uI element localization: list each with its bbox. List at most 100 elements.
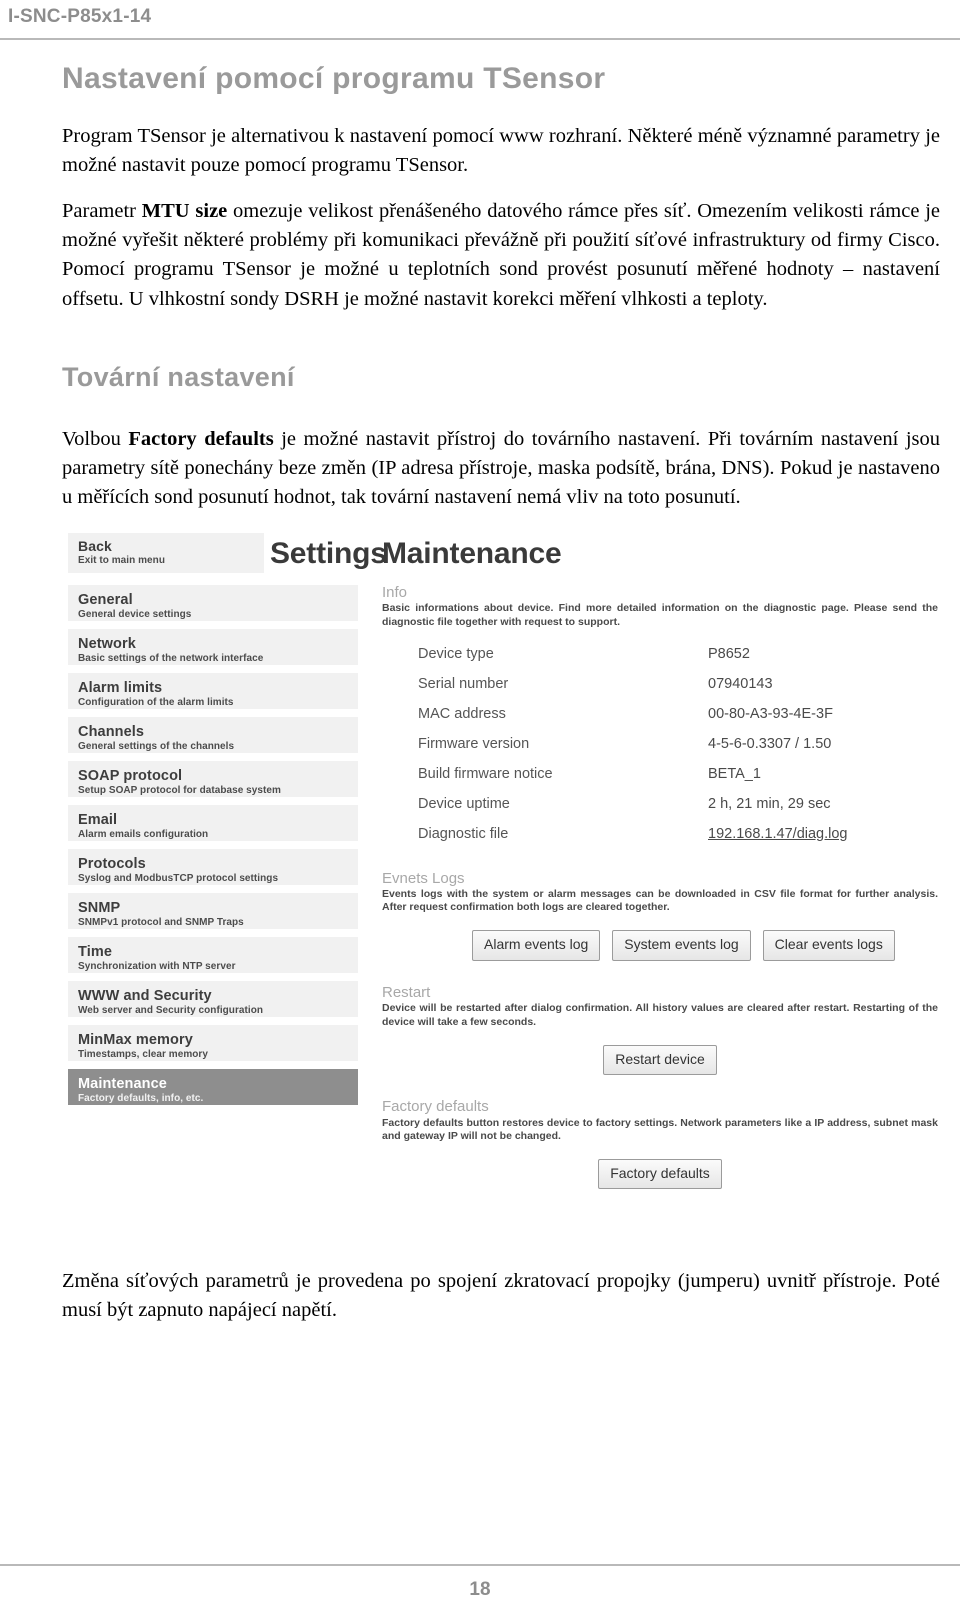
restart-title: Restart — [382, 983, 431, 1001]
document-code-header: I-SNC-P85x1-14 — [8, 6, 152, 27]
info-value: BETA_1 — [708, 765, 761, 782]
nav-subtitle: Timestamps, clear memory — [78, 1049, 208, 1061]
sidebar-item-channels[interactable]: Channels General settings of the channel… — [68, 716, 358, 753]
sidebar-item-snmp[interactable]: SNMP SNMPv1 protocol and SNMP Traps — [68, 892, 358, 929]
system-events-log-button[interactable]: System events log — [612, 930, 751, 961]
nav-title: SNMP — [78, 899, 121, 916]
info-key: MAC address — [418, 705, 506, 722]
nav-title: General — [78, 591, 133, 608]
alarm-events-log-button[interactable]: Alarm events log — [472, 930, 601, 961]
embedded-app-screenshot: Back Exit to main menu General General d… — [62, 528, 940, 1249]
nav-subtitle: Syslog and ModbusTCP protocol settings — [78, 873, 279, 885]
restart-button-row: Restart device — [382, 1044, 938, 1076]
factory-defaults-title: Factory defaults — [382, 1098, 489, 1116]
nav-title: Alarm limits — [78, 679, 163, 696]
factory-text-pre: Volbou — [62, 427, 129, 450]
factory-defaults-button-row: Factory defaults — [382, 1158, 938, 1190]
back-title: Back — [78, 537, 112, 554]
events-logs-group: Evnets Logs Events logs with the system … — [382, 869, 938, 915]
info-value: P8652 — [708, 645, 750, 662]
table-row: Build firmware notice BETA_1 — [418, 759, 940, 789]
table-row: Serial number 07940143 — [418, 669, 940, 699]
nav-subtitle: Alarm emails configuration — [78, 829, 209, 841]
nav-subtitle: Setup SOAP protocol for database system — [78, 785, 281, 797]
nav-subtitle: Basic settings of the network interface — [78, 653, 264, 665]
sidebar-item-maintenance[interactable]: Maintenance Factory defaults, info, etc. — [68, 1068, 358, 1105]
nav-title: Channels — [78, 723, 145, 740]
restart-description: Device will be restarted after dialog co… — [382, 1002, 938, 1028]
sidebar-item-network[interactable]: Network Basic settings of the network in… — [68, 628, 358, 665]
info-key: Build firmware notice — [418, 765, 553, 782]
nav-title: Email — [78, 811, 118, 828]
info-group-description: Basic informations about device. Find mo… — [382, 602, 938, 628]
device-info-table: Device type P8652 Serial number 07940143… — [418, 639, 940, 849]
info-key: Diagnostic file — [418, 825, 509, 842]
settings-heading: Settings — [270, 536, 387, 570]
nav-title: Network — [78, 635, 136, 652]
settings-sidebar: Back Exit to main menu General General d… — [68, 532, 358, 1113]
nav-subtitle: General settings of the channels — [78, 741, 235, 753]
restart-group: Restart Device will be restarted after d… — [382, 983, 938, 1029]
sidebar-item-email[interactable]: Email Alarm emails configuration — [68, 804, 358, 841]
nav-title: Maintenance — [78, 1075, 167, 1092]
paragraph-jumper-note: Změna síťových parametrů je provedena po… — [62, 1269, 940, 1322]
info-group: Info Basic informations about device. Fi… — [382, 583, 938, 629]
nav-subtitle: Synchronization with NTP server — [78, 961, 236, 973]
nav-title: Protocols — [78, 855, 146, 872]
info-value: 07940143 — [708, 675, 773, 692]
header-divider — [0, 38, 960, 40]
nav-title: Time — [78, 943, 112, 960]
paragraph-mtu-size: Parametr MTU size omezuje velikost přená… — [62, 197, 940, 313]
table-row: Diagnostic file 192.168.1.47/diag.log — [418, 819, 940, 849]
restart-device-button[interactable]: Restart device — [603, 1044, 717, 1076]
events-logs-button-row: Alarm events log System events log Clear… — [382, 930, 938, 961]
events-logs-title: Evnets Logs — [382, 869, 465, 887]
info-key: Serial number — [418, 675, 509, 692]
factory-defaults-description: Factory defaults button restores device … — [382, 1116, 938, 1142]
table-row: Firmware version 4-5-6-0.3307 / 1.50 — [418, 729, 940, 759]
sidebar-item-time[interactable]: Time Synchronization with NTP server — [68, 936, 358, 973]
maintenance-panel: Info Basic informations about device. Fi… — [382, 533, 940, 1190]
sidebar-item-www-and-security[interactable]: WWW and Security Web server and Security… — [68, 980, 358, 1017]
sidebar-item-protocols[interactable]: Protocols Syslog and ModbusTCP protocol … — [68, 848, 358, 885]
info-value: 2 h, 21 min, 29 sec — [708, 795, 831, 812]
paragraph-factory-defaults: Volbou Factory defaults je možné nastavi… — [62, 425, 940, 512]
nav-title: SOAP protocol — [78, 767, 183, 784]
info-key: Device type — [418, 645, 494, 662]
nav-subtitle: Web server and Security configuration — [78, 1005, 264, 1017]
factory-defaults-group: Factory defaults Factory defaults button… — [382, 1099, 938, 1143]
back-subtitle: Exit to main menu — [78, 554, 165, 566]
mtu-text-pre: Parametr — [62, 200, 142, 223]
factory-defaults-button[interactable]: Factory defaults — [598, 1158, 722, 1190]
info-group-title: Info — [382, 583, 408, 601]
sidebar-item-back[interactable]: Back Exit to main menu — [68, 532, 264, 573]
table-row: MAC address 00-80-A3-93-4E-3F — [418, 699, 940, 729]
page-title: Nastavení pomocí programu TSensor — [62, 62, 606, 95]
nav-title: MinMax memory — [78, 1031, 193, 1048]
table-row: Device uptime 2 h, 21 min, 29 sec — [418, 789, 940, 819]
info-value: 00-80-A3-93-4E-3F — [708, 705, 833, 722]
events-logs-description: Events logs with the system or alarm mes… — [382, 888, 938, 914]
sidebar-item-alarm-limits[interactable]: Alarm limits Configuration of the alarm … — [68, 672, 358, 709]
nav-subtitle: Configuration of the alarm limits — [78, 697, 234, 709]
sidebar-item-soap-protocol[interactable]: SOAP protocol Setup SOAP protocol for da… — [68, 760, 358, 797]
nav-subtitle: SNMPv1 protocol and SNMP Traps — [78, 917, 244, 929]
mtu-size-bold: MTU size — [141, 200, 228, 223]
footer-divider — [0, 1564, 960, 1566]
diagnostic-file-link[interactable]: 192.168.1.47/diag.log — [708, 826, 848, 842]
sidebar-item-general[interactable]: General General device settings — [68, 584, 358, 621]
table-row: Device type P8652 — [418, 639, 940, 669]
info-key: Device uptime — [418, 795, 510, 812]
page-content: Nastavení pomocí programu TSensor Progra… — [62, 62, 940, 1342]
info-key: Firmware version — [418, 735, 530, 752]
section-title-factory-defaults: Tovární nastavení — [62, 361, 295, 392]
info-value: 4-5-6-0.3307 / 1.50 — [708, 735, 832, 752]
page-number: 18 — [469, 1579, 491, 1600]
sidebar-item-minmax-memory[interactable]: MinMax memory Timestamps, clear memory — [68, 1024, 358, 1061]
nav-subtitle: General device settings — [78, 609, 192, 621]
nav-subtitle: Factory defaults, info, etc. — [78, 1093, 204, 1105]
clear-events-logs-button[interactable]: Clear events logs — [762, 930, 895, 961]
paragraph-tsensor-intro: Program TSensor je alternativou k nastav… — [62, 125, 940, 177]
nav-title: WWW and Security — [78, 987, 212, 1004]
factory-defaults-bold: Factory defaults — [128, 427, 274, 450]
